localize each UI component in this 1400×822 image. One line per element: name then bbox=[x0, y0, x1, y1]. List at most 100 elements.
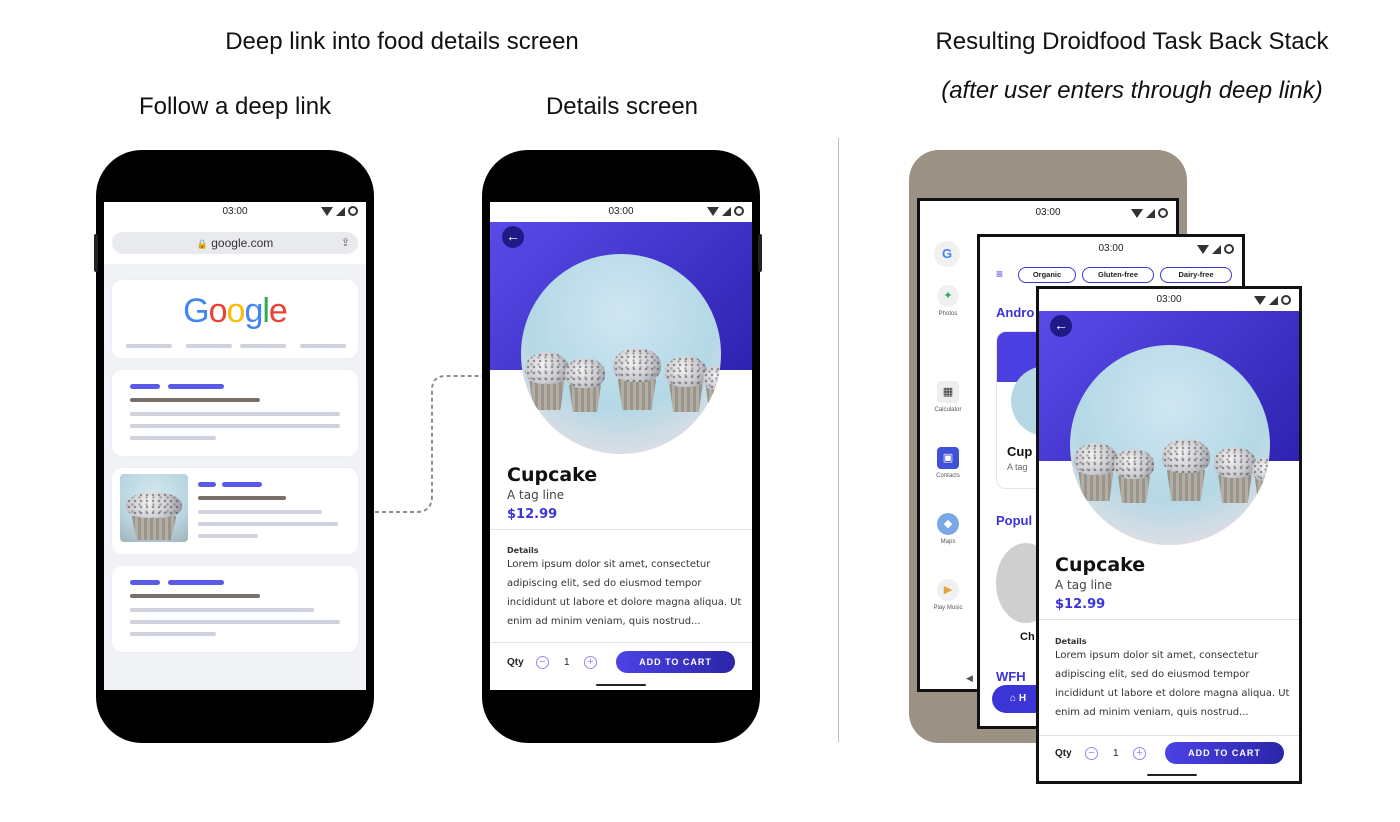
play-music-icon: ▶ bbox=[937, 579, 959, 601]
app-play-music[interactable]: ▶ Play Music bbox=[930, 579, 966, 611]
signal-icon bbox=[722, 206, 731, 216]
qty-value: 1 bbox=[564, 657, 570, 668]
app-photos[interactable]: ✦ Photos bbox=[930, 285, 966, 317]
status-bar: 03:00 bbox=[980, 237, 1242, 261]
food-tagline: A tag line bbox=[507, 488, 565, 502]
minus-icon[interactable]: − bbox=[1085, 747, 1098, 760]
divider bbox=[490, 529, 752, 530]
chip-organic[interactable]: Organic bbox=[1018, 267, 1076, 283]
wifi-icon bbox=[1131, 208, 1143, 218]
qty-label: Qty bbox=[507, 657, 524, 668]
food-name: Cupcake bbox=[1055, 554, 1146, 576]
calculator-icon: ▦ bbox=[937, 381, 959, 403]
follow-label: Follow a deep link bbox=[138, 93, 332, 120]
status-bar: 03:00 bbox=[920, 201, 1176, 225]
food-tagline: A tag line bbox=[1055, 578, 1113, 592]
right-title: Resulting Droidfood Task Back Stack bbox=[935, 28, 1329, 55]
status-time: 03:00 bbox=[608, 206, 634, 217]
details-body: Lorem ipsum dolor sit amet, consectetur … bbox=[1055, 650, 1290, 718]
share-icon[interactable]: ⇪ bbox=[341, 232, 350, 254]
food-name: Cupcake bbox=[507, 464, 598, 486]
details-screen-stack: 03:00 ← Cupcake A tag line $12.99 Detail… bbox=[1036, 286, 1302, 784]
wifi-icon bbox=[1254, 295, 1266, 305]
status-time: 03:00 bbox=[1156, 294, 1182, 305]
app-calculator[interactable]: ▦ Calculator bbox=[930, 381, 966, 413]
home-icon: ⌂ bbox=[1010, 693, 1017, 704]
right-subtitle: (after user enters through deep link) bbox=[941, 77, 1323, 104]
battery-icon bbox=[1281, 295, 1291, 305]
back-icon[interactable]: ← bbox=[1050, 315, 1072, 337]
url-text: google.com bbox=[211, 236, 274, 250]
food-price: $12.99 bbox=[507, 507, 558, 522]
details-body: Lorem ipsum dolor sit amet, consectetur … bbox=[507, 559, 742, 627]
home-indicator bbox=[1147, 774, 1197, 776]
signal-icon bbox=[336, 206, 345, 216]
google-search-card: Google bbox=[112, 280, 358, 358]
wifi-icon bbox=[1197, 244, 1209, 254]
status-bar: 03:00 bbox=[490, 202, 752, 222]
nav-back-icon[interactable]: ◀ bbox=[966, 673, 973, 684]
app-maps[interactable]: ◆ Maps bbox=[930, 513, 966, 545]
status-bar: 03:00 bbox=[1039, 289, 1299, 311]
left-title: Deep link into food details screen bbox=[225, 28, 579, 55]
status-bar: 03:00 bbox=[104, 202, 366, 222]
section-android: Andro bbox=[996, 305, 1035, 320]
filter-icon[interactable]: ≡ bbox=[996, 267, 1003, 281]
status-time: 03:00 bbox=[1035, 207, 1061, 218]
wifi-icon bbox=[707, 206, 719, 216]
wifi-icon bbox=[321, 206, 333, 216]
deep-link-connector bbox=[368, 375, 488, 513]
app-contacts[interactable]: ▣ Contacts bbox=[930, 447, 966, 479]
section-wfh: WFH bbox=[996, 669, 1026, 684]
status-time: 03:00 bbox=[1098, 243, 1124, 254]
details-label: Details screen bbox=[545, 93, 699, 120]
cupcake-thumbnail bbox=[120, 474, 188, 542]
status-time: 03:00 bbox=[222, 206, 248, 217]
qty-label: Qty bbox=[1055, 748, 1072, 759]
signal-icon bbox=[1269, 295, 1278, 305]
cupcake-image bbox=[1070, 345, 1270, 545]
battery-icon bbox=[734, 206, 744, 216]
contacts-icon: ▣ bbox=[937, 447, 959, 469]
battery-icon bbox=[1158, 208, 1168, 218]
pinwheel-icon: ✦ bbox=[937, 285, 959, 307]
minus-icon[interactable]: − bbox=[536, 656, 549, 669]
food-price: $12.99 bbox=[1055, 597, 1106, 612]
plus-icon[interactable]: + bbox=[1133, 747, 1146, 760]
cupcake-image bbox=[521, 254, 721, 454]
details-heading: Details bbox=[507, 546, 539, 555]
back-icon[interactable]: ← bbox=[502, 226, 524, 248]
popular-item-name: Ch bbox=[1020, 631, 1035, 643]
home-indicator bbox=[596, 684, 646, 686]
add-to-cart-button[interactable]: ADD TO CART bbox=[616, 651, 735, 673]
maps-icon: ◆ bbox=[937, 513, 959, 535]
power-button bbox=[758, 234, 762, 272]
section-divider bbox=[838, 138, 839, 742]
lock-icon: 🔒 bbox=[196, 239, 208, 249]
search-result-cupcake[interactable] bbox=[112, 468, 358, 554]
google-logo: Google bbox=[183, 292, 288, 330]
volume-button bbox=[94, 234, 98, 272]
divider bbox=[490, 642, 752, 643]
battery-icon bbox=[348, 206, 358, 216]
details-heading: Details bbox=[1055, 637, 1087, 646]
signal-icon bbox=[1146, 208, 1155, 218]
browser-phone: 03:00 🔒 google.com ⇪ Google bbox=[94, 150, 374, 743]
qty-value: 1 bbox=[1113, 748, 1119, 759]
battery-icon bbox=[1224, 244, 1234, 254]
url-bar[interactable]: 🔒 google.com ⇪ bbox=[112, 232, 358, 254]
search-result-1[interactable] bbox=[112, 370, 358, 456]
details-screen: 03:00 ← Cupcake A tag line $12.99 Detail… bbox=[490, 202, 752, 690]
details-phone: 03:00 ← Cupcake A tag line $12.99 Detail… bbox=[482, 150, 762, 743]
search-result-3[interactable] bbox=[112, 566, 358, 652]
browser-screen: 03:00 🔒 google.com ⇪ Google bbox=[104, 202, 366, 690]
add-to-cart-button[interactable]: ADD TO CART bbox=[1165, 742, 1284, 764]
plus-icon[interactable]: + bbox=[584, 656, 597, 669]
google-search-icon[interactable]: G bbox=[934, 241, 960, 267]
section-popular: Popul bbox=[996, 513, 1033, 528]
divider bbox=[1039, 735, 1299, 736]
chip-dairy-free[interactable]: Dairy-free bbox=[1160, 267, 1232, 283]
signal-icon bbox=[1212, 244, 1221, 254]
chip-gluten-free[interactable]: Gluten-free bbox=[1082, 267, 1154, 283]
divider bbox=[1039, 619, 1299, 620]
